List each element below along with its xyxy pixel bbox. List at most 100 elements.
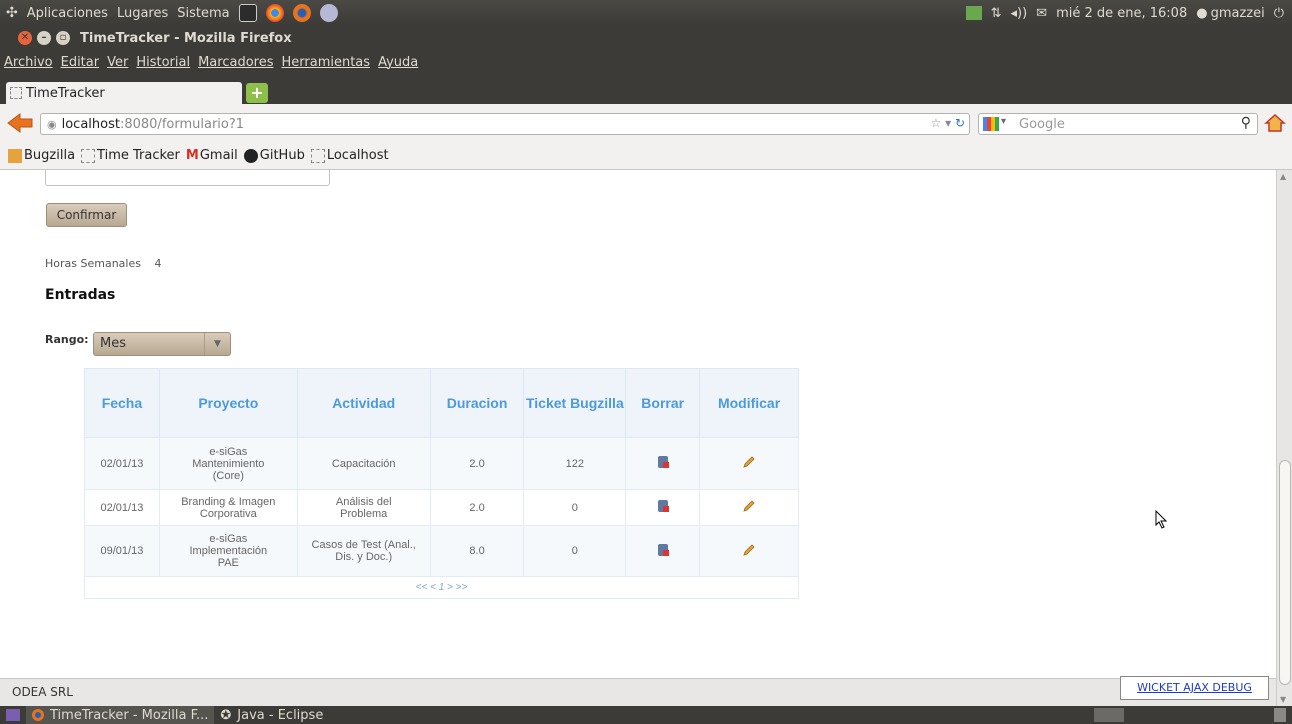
taskbar-item-firefox[interactable]: TimeTracker - Mozilla F... [26,706,215,724]
top-panel: ✣ Aplicaciones Lugares Sistema ⇅ ◂)) ✉ m… [0,0,1292,26]
update-icon[interactable] [965,6,982,20]
cell-ticket: 122 [523,437,627,490]
entries-table: Fecha Proyecto Actividad Duracion Ticket… [84,368,799,599]
pagination[interactable]: << < 1 > >> [84,576,799,599]
chrome-launcher-icon[interactable] [265,4,284,22]
cell-fecha: 09/01/13 [84,525,160,577]
bookmark-label: Bugzilla [24,148,76,163]
edit-cell [699,437,799,490]
delete-cell [625,437,701,490]
edit-cell [699,489,799,526]
engine-dropdown-icon[interactable]: ▾ [1001,116,1006,127]
network-launcher-icon[interactable] [319,4,338,22]
tab-label: TimeTracker [26,85,105,101]
pencil-icon[interactable] [742,543,756,557]
vertical-scrollbar[interactable]: ▲ ▼ [1276,170,1292,706]
cell-duracion: 2.0 [429,489,525,526]
gmail-icon: M [185,148,199,163]
bookmark-time-tracker[interactable]: Time Tracker [81,148,180,163]
col-modificar[interactable]: Modificar [699,368,799,438]
bookmark-star-icon[interactable]: ☆ ▾ ↻ [931,116,965,130]
new-tab-button[interactable]: + [246,83,268,103]
pencil-icon[interactable] [742,455,756,469]
range-select-value: Mes [100,336,126,351]
table-header-row: Fecha Proyecto Actividad Duracion Ticket… [84,368,799,438]
trash-icon[interactable] [657,499,669,513]
menu-archivo[interactable]: Archivo [4,55,53,70]
user-name[interactable]: gmazzei [1211,6,1265,21]
col-duracion[interactable]: Duracion [429,368,525,438]
col-ticket[interactable]: Ticket Bugzilla [523,368,627,438]
weekly-hours: Horas Semanales 4 [45,257,161,270]
range-select[interactable]: Mes ▼ [93,332,231,356]
panel-menu-sistema[interactable]: Sistema [177,6,229,21]
bookmark-bugzilla[interactable]: Bugzilla [8,148,75,163]
mail-icon[interactable]: ✉ [1036,6,1047,21]
scroll-up-icon[interactable]: ▲ [1280,172,1286,181]
terminal-launcher-icon[interactable] [238,4,257,22]
volume-icon[interactable]: ◂)) [1010,6,1027,21]
wicket-ajax-debug-link[interactable]: WICKET AJAX DEBUG [1120,676,1269,700]
navigation-bar: ◉ localhost :8080/formulario?1 ☆ ▾ ↻ ▾ G… [0,104,1292,142]
trash-icon[interactable] [657,543,669,557]
comment-textarea[interactable] [45,170,330,186]
tab-strip: TimeTracker + [0,80,1292,104]
menu-herramientas[interactable]: Herramientas [282,55,371,70]
weekly-hours-label: Horas Semanales [45,257,141,270]
tab-timetracker[interactable]: TimeTracker [6,82,242,104]
site-identity-icon[interactable]: ◉ [47,118,57,131]
search-bar[interactable]: ▾ Google ⚲ [978,113,1258,135]
trash-icon[interactable] [657,455,669,469]
confirm-button[interactable]: Confirmar [46,203,127,227]
bookmark-label: Gmail [199,148,238,163]
taskbar: TimeTracker - Mozilla F... ✪ Java - Ecli… [0,706,1292,724]
ubuntu-logo-icon[interactable]: ✣ [6,5,18,21]
firefox-launcher-icon[interactable] [292,4,311,22]
search-placeholder: Google [1019,116,1065,132]
url-bar[interactable]: ◉ localhost :8080/formulario?1 ☆ ▾ ↻ [40,113,970,135]
cell-actividad: Casos de Test (Anal., Dis. y Doc.) [296,525,431,577]
bookmark-github[interactable]: GitHub [243,148,305,163]
close-window-icon[interactable]: ✕ [18,31,32,45]
col-actividad[interactable]: Actividad [296,368,431,438]
taskbar-item-eclipse[interactable]: ✪ Java - Eclipse [214,706,329,724]
github-icon [243,148,258,163]
workspace-switcher-icon[interactable] [1094,708,1124,722]
clock[interactable]: mié 2 de ene, 16:08 [1056,6,1187,21]
menu-historial[interactable]: Historial [136,55,190,70]
power-icon[interactable]: ⏻ [1274,6,1284,21]
col-proyecto[interactable]: Proyecto [158,368,298,438]
table-row: 09/01/13 e-siGas Implementación PAE Caso… [84,525,799,577]
back-arrow-icon[interactable] [6,112,34,134]
cell-fecha: 02/01/13 [84,489,160,526]
menu-ver[interactable]: Ver [107,55,128,70]
panel-menu-aplicaciones[interactable]: Aplicaciones [27,6,108,21]
minimize-window-icon[interactable]: – [37,31,51,45]
page-favicon-icon [10,87,22,99]
menu-ayuda[interactable]: Ayuda [378,55,418,70]
menu-marcadores[interactable]: Marcadores [198,55,273,70]
bookmark-localhost[interactable]: Localhost [310,148,389,163]
mouse-cursor-icon [1155,510,1168,529]
bookmark-label: Time Tracker [97,148,180,163]
network-icon[interactable]: ⇅ [991,6,1002,21]
panel-menu-lugares[interactable]: Lugares [117,6,168,21]
weekly-hours-value: 4 [154,257,162,270]
show-desktop-icon[interactable] [6,709,20,721]
col-fecha[interactable]: Fecha [84,368,160,438]
menu-editar[interactable]: Editar [61,55,100,70]
cell-actividad: Análisis del Problema [296,489,431,526]
search-icon[interactable]: ⚲ [1241,115,1251,131]
scroll-down-icon[interactable]: ▼ [1280,695,1286,704]
google-engine-icon[interactable] [983,117,999,131]
col-borrar[interactable]: Borrar [625,368,701,438]
trash-icon[interactable] [1274,708,1286,722]
window-title-bar: ✕ – ▫ TimeTracker - Mozilla Firefox [0,26,1292,50]
pager-row: << < 1 > >> [84,576,799,599]
taskbar-item-label: TimeTracker - Mozilla F... [50,707,209,723]
scrollbar-thumb[interactable] [1279,460,1291,685]
maximize-window-icon[interactable]: ▫ [56,31,70,45]
pencil-icon[interactable] [742,499,756,513]
bookmark-gmail[interactable]: M Gmail [186,148,238,163]
home-icon[interactable] [1264,112,1286,134]
